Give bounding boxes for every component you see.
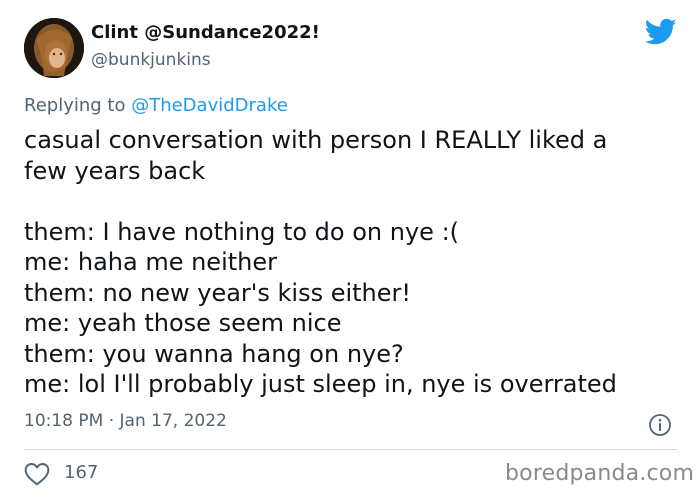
reply-prefix: Replying to (24, 95, 132, 116)
dialogue-line: them: no new year's kiss either! (24, 278, 412, 307)
dialogue-line: me: haha me neither (24, 248, 277, 276)
tweet-line: few years back (24, 156, 206, 185)
dialogue-line: them: I have nothing to do on nye :( (24, 217, 460, 246)
twitter-bird-icon[interactable] (645, 18, 677, 46)
author-handle[interactable]: @bunkjunkins (91, 50, 211, 70)
heart-icon[interactable] (24, 462, 50, 486)
tweet-line: casual conversation with person I REALLY… (24, 126, 608, 154)
info-icon[interactable] (648, 413, 672, 437)
author-display-name[interactable]: Clint @Sundance2022! (91, 22, 320, 43)
user-avatar-photo (24, 18, 84, 78)
source-watermark: boredpanda.com (505, 461, 695, 486)
reply-context: Replying to @TheDavidDrake (24, 95, 288, 116)
dialogue-line: me: yeah those seem nice (24, 309, 342, 337)
like-count: 167 (64, 462, 99, 483)
divider (24, 449, 677, 450)
tweet-timestamp[interactable]: 10:18 PM · Jan 17, 2022 (24, 411, 227, 431)
tweet-text: casual conversation with person I REALLY… (24, 125, 684, 400)
dialogue-line: them: you wanna hang on nye? (24, 339, 404, 368)
reply-mention-link[interactable]: @TheDavidDrake (131, 95, 288, 116)
dialogue-line: me: lol I'll probably just sleep in, nye… (24, 370, 617, 398)
avatar[interactable] (24, 18, 84, 78)
tweet-card: Clint @Sundance2022! @bunkjunkins Replyi… (0, 0, 700, 502)
